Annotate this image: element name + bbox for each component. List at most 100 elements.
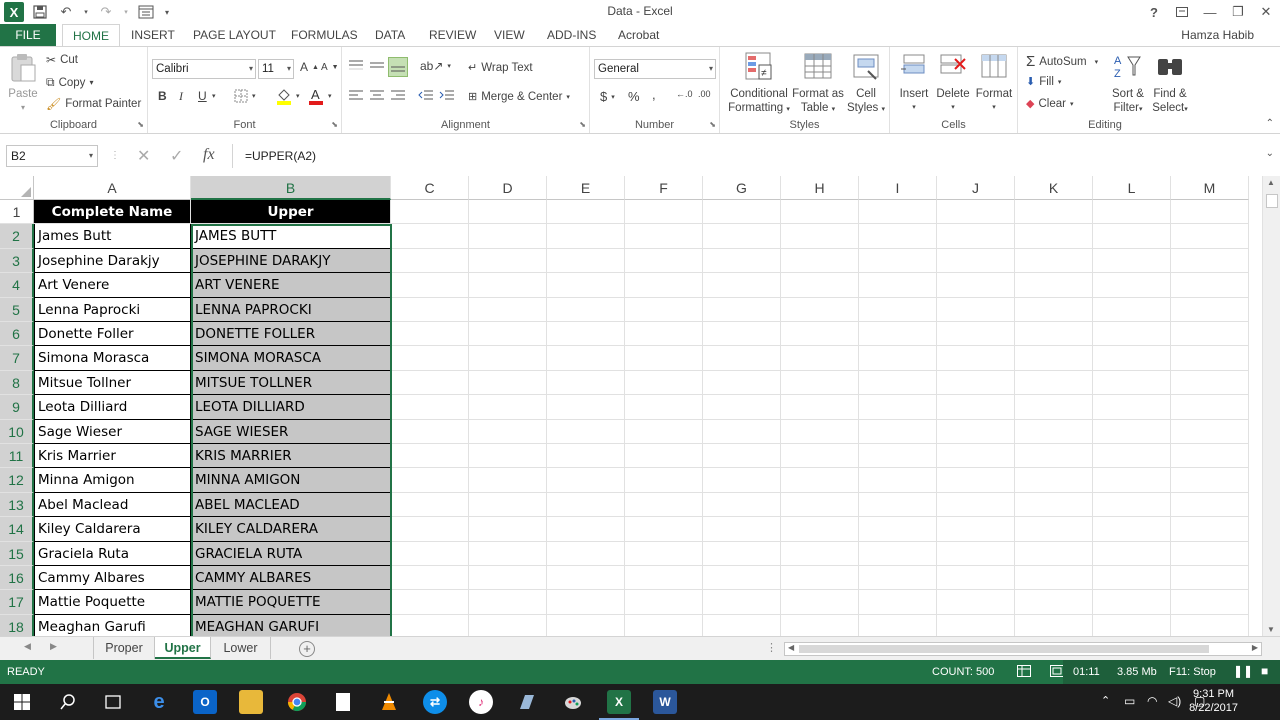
cell[interactable] — [469, 517, 547, 542]
cell[interactable] — [859, 200, 937, 225]
tab-home[interactable]: HOME — [62, 24, 120, 47]
underline-button[interactable]: U — [198, 89, 207, 103]
upper-cell[interactable]: LENNA PAPROCKI — [191, 297, 391, 322]
column-header-b[interactable]: B — [191, 176, 391, 200]
cell[interactable] — [469, 273, 547, 298]
cell[interactable] — [625, 590, 703, 615]
cell[interactable] — [859, 395, 937, 420]
upper-cell[interactable]: KILEY CALDARERA — [191, 517, 391, 542]
cell[interactable] — [703, 370, 781, 396]
upper-cell[interactable]: JOSEPHINE DARAKJY — [191, 248, 391, 274]
format-cells-button[interactable]: Format ▾ — [974, 51, 1014, 115]
cell[interactable] — [781, 224, 859, 249]
cell[interactable] — [703, 468, 781, 493]
cell[interactable] — [703, 614, 781, 636]
row-header-16[interactable]: 16 — [0, 566, 34, 591]
cell[interactable] — [937, 200, 1015, 225]
column-header-f[interactable]: F — [625, 176, 703, 200]
scroll-left-icon[interactable]: ◀ — [788, 643, 794, 652]
cell[interactable] — [391, 248, 469, 274]
cell[interactable] — [469, 224, 547, 249]
cell[interactable] — [1171, 492, 1249, 518]
name-cell[interactable]: Art Venere — [34, 273, 191, 298]
hscroll-thumb[interactable] — [799, 645, 1209, 653]
cell[interactable] — [1093, 541, 1171, 566]
cell[interactable] — [1015, 517, 1093, 542]
ribbon-display-options-icon[interactable] — [1168, 0, 1196, 24]
borders-button[interactable]: ▾ — [234, 89, 256, 103]
prev-sheet-icon[interactable]: ◀ — [24, 641, 31, 652]
cell[interactable] — [391, 566, 469, 591]
select-all-button[interactable] — [0, 176, 34, 200]
cell[interactable] — [937, 297, 1015, 322]
name-cell[interactable]: Minna Amigon — [34, 468, 191, 493]
cell[interactable] — [1093, 614, 1171, 636]
cell[interactable] — [625, 444, 703, 469]
name-cell[interactable]: Meaghan Garufi — [34, 614, 191, 636]
cell[interactable] — [469, 322, 547, 347]
cell[interactable] — [625, 395, 703, 420]
number-launcher-icon[interactable]: ⬊ — [709, 120, 716, 129]
cell[interactable] — [625, 248, 703, 274]
minimize-icon[interactable]: — — [1196, 0, 1224, 24]
cell[interactable] — [1093, 492, 1171, 518]
cell[interactable] — [547, 346, 625, 371]
cell[interactable] — [781, 492, 859, 518]
cell[interactable] — [1015, 346, 1093, 371]
sheet-tab-lower[interactable]: Lower — [211, 637, 271, 659]
row-header-11[interactable]: 11 — [0, 444, 34, 469]
cell[interactable] — [937, 444, 1015, 469]
cell[interactable] — [391, 370, 469, 396]
cell[interactable] — [859, 614, 937, 636]
column-header-i[interactable]: I — [859, 176, 937, 200]
cell[interactable] — [859, 273, 937, 298]
sheet-tab-proper[interactable]: Proper — [93, 637, 155, 659]
save-icon[interactable] — [30, 2, 50, 22]
cell[interactable] — [1171, 273, 1249, 298]
tab-split-handle-icon[interactable]: ⋮ — [766, 641, 777, 654]
row-header-9[interactable]: 9 — [0, 395, 34, 420]
stop-icon[interactable]: ■ — [1261, 664, 1268, 678]
cell[interactable] — [859, 566, 937, 591]
column-header-l[interactable]: L — [1093, 176, 1171, 200]
cell[interactable] — [1171, 614, 1249, 636]
upper-cell[interactable]: ART VENERE — [191, 273, 391, 298]
cell[interactable] — [1171, 224, 1249, 249]
underline-dropdown-icon[interactable]: ▾ — [212, 92, 216, 100]
name-cell[interactable]: Cammy Albares — [34, 566, 191, 591]
row-header-10[interactable]: 10 — [0, 419, 34, 444]
cell[interactable] — [1093, 273, 1171, 298]
cell[interactable] — [781, 590, 859, 615]
row-header-14[interactable]: 14 — [0, 517, 34, 542]
row-header-6[interactable]: 6 — [0, 322, 34, 347]
font-color-button[interactable]: A ▾ — [308, 87, 332, 105]
conditional-formatting-button[interactable]: ≠ Conditional Formatting ▾ — [728, 51, 790, 117]
cell[interactable] — [1015, 395, 1093, 420]
word-taskbar-icon[interactable]: W — [653, 690, 677, 714]
cell[interactable] — [547, 590, 625, 615]
cell[interactable] — [937, 370, 1015, 396]
cell[interactable] — [859, 370, 937, 396]
cell[interactable] — [625, 224, 703, 249]
cell[interactable] — [469, 444, 547, 469]
cell[interactable] — [937, 517, 1015, 542]
cell[interactable] — [469, 492, 547, 518]
cell[interactable] — [859, 346, 937, 371]
scroll-down-icon[interactable]: ▼ — [1267, 625, 1275, 634]
notepad-icon[interactable] — [331, 690, 355, 714]
cell[interactable] — [859, 444, 937, 469]
upper-cell[interactable]: MEAGHAN GARUFI — [191, 614, 391, 636]
file-explorer-icon[interactable] — [239, 690, 263, 714]
undo-dropdown-icon[interactable]: ▾ — [82, 2, 90, 22]
battery-icon[interactable]: ▭ — [1124, 694, 1135, 708]
tab-view[interactable]: VIEW — [484, 24, 535, 46]
font-launcher-icon[interactable]: ⬊ — [331, 120, 338, 129]
name-box[interactable]: B2 ▾ — [6, 145, 98, 167]
cell[interactable] — [781, 517, 859, 542]
cell[interactable] — [391, 541, 469, 566]
task-view-icon[interactable] — [101, 690, 125, 714]
cell[interactable] — [1171, 468, 1249, 493]
cell[interactable] — [1015, 322, 1093, 347]
cell[interactable] — [547, 200, 625, 225]
cell[interactable] — [937, 273, 1015, 298]
